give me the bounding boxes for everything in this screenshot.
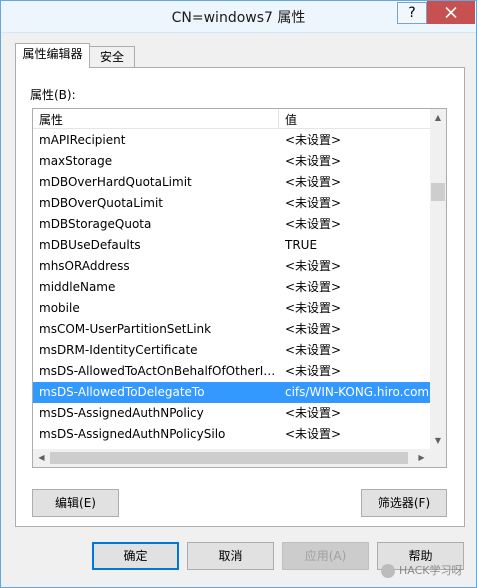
attribute-name: msDS-AssignedAuthNPolicySilo (39, 427, 226, 441)
attribute-name: mDBStorageQuota (39, 217, 152, 231)
scroll-down-icon[interactable]: ▼ (430, 432, 446, 449)
apply-button[interactable]: 应用(A) (282, 542, 369, 570)
attribute-name: msDS-AuthenticatedAtDC (39, 445, 279, 446)
attribute-value: <未设置> (285, 259, 342, 273)
attribute-row[interactable]: maxStorage <未设置> (33, 151, 430, 172)
watermark: HACK学习呀 (381, 561, 463, 581)
vertical-scroll-thumb[interactable] (431, 183, 445, 201)
attribute-editor-panel: 属性(B): 属性 值 mAPIRecipient <未设置> maxStorage… (15, 67, 465, 527)
filter-button[interactable]: 筛选器(F) (361, 489, 447, 517)
attribute-name: msCOM-UserPartitionSetLink (39, 322, 212, 336)
attribute-value: <未设置> (285, 406, 342, 420)
attribute-value: <未设置> (285, 322, 342, 336)
cancel-button[interactable]: 取消 (187, 542, 274, 570)
attribute-value: <未设置> (285, 301, 342, 315)
attribute-name: msDS-AllowedToActOnBehalfOfOtherId... (39, 364, 279, 378)
attribute-row[interactable]: msDS-AllowedToDelegateTo cifs/WIN-KONG.hi… (33, 382, 430, 403)
attribute-row[interactable]: msDS-AssignedAuthNPolicySilo <未设置> (33, 424, 430, 445)
edit-button[interactable]: 编辑(E) (32, 489, 119, 517)
close-icon (445, 7, 457, 18)
attribute-row[interactable]: msDS-AssignedAuthNPolicy <未设置> (33, 403, 430, 424)
title-bar[interactable]: CN=windows7 属性 ? (1, 1, 476, 33)
attribute-name: middleName (39, 280, 116, 294)
scroll-right-icon[interactable]: ▶ (413, 449, 430, 467)
horizontal-scrollbar[interactable]: ◀ ▶ (33, 449, 430, 467)
attribute-list[interactable]: 属性 值 mAPIRecipient <未设置> maxStorage <未设置> mD… (32, 108, 447, 468)
horizontal-scroll-thumb[interactable] (50, 452, 408, 464)
attribute-name: mDBOverHardQuotaLimit (39, 175, 192, 189)
attribute-value: <未设置> (285, 445, 430, 446)
attribute-name: mDBUseDefaults (39, 238, 141, 252)
attribute-value: <未设置> (285, 217, 342, 231)
attribute-value: TRUE (285, 238, 318, 252)
close-button[interactable] (427, 1, 475, 24)
attribute-name: msDRM-IdentityCertificate (39, 343, 198, 357)
attribute-row[interactable]: msDS-AuthenticatedAtDC <未设置> (33, 445, 430, 446)
attribute-row[interactable]: mDBStorageQuota <未设置> (33, 214, 430, 235)
attribute-name: mhsORAddress (39, 259, 130, 273)
wechat-icon (381, 564, 395, 578)
ok-button[interactable]: 确定 (92, 542, 179, 570)
tab-security[interactable]: 安全 (89, 46, 135, 68)
attributes-label: 属性(B): (30, 88, 76, 102)
attribute-name: msDS-AssignedAuthNPolicy (39, 406, 204, 420)
attribute-name: mDBOverQuotaLimit (39, 196, 164, 210)
attribute-row[interactable]: mobile <未设置> (33, 298, 430, 319)
attribute-value: <未设置> (285, 154, 342, 168)
attribute-row[interactable]: msDS-AllowedToActOnBehalfOfOtherId... <未设… (33, 361, 430, 382)
attribute-name: maxStorage (39, 154, 113, 168)
attribute-value: <未设置> (285, 280, 342, 294)
attribute-rows: mAPIRecipient <未设置> maxStorage <未设置> mDBOver… (33, 130, 430, 446)
scroll-left-icon[interactable]: ◀ (33, 449, 50, 467)
attribute-value: <未设置> (285, 133, 342, 147)
attribute-name: mAPIRecipient (39, 133, 126, 147)
help-title-button[interactable]: ? (397, 2, 427, 24)
scrollbar-corner (430, 449, 446, 467)
attribute-value: <未设置> (285, 175, 342, 189)
attribute-name: mobile (39, 301, 80, 315)
attribute-value: <未设置> (285, 427, 342, 441)
attribute-value: <未设置> (285, 364, 342, 378)
list-header: 属性 值 (33, 109, 430, 129)
attribute-row[interactable]: msDRM-IdentityCertificate <未设置> (33, 340, 430, 361)
attribute-value: cifs/WIN-KONG.hiro.com (285, 385, 430, 399)
column-divider[interactable] (278, 109, 279, 129)
watermark-text: HACK学习呀 (399, 564, 463, 577)
attribute-name: msDS-AllowedToDelegateTo (39, 385, 205, 399)
attribute-row[interactable]: mAPIRecipient <未设置> (33, 130, 430, 151)
vertical-scrollbar[interactable]: ▲ ▼ (430, 109, 446, 449)
attribute-value: <未设置> (285, 196, 342, 210)
column-header-attribute[interactable]: 属性 (39, 111, 63, 128)
attribute-row[interactable]: middleName <未设置> (33, 277, 430, 298)
attribute-value: <未设置> (285, 343, 342, 357)
scroll-up-icon[interactable]: ▲ (430, 109, 446, 126)
tab-attribute-editor[interactable]: 属性编辑器 (15, 43, 90, 68)
attribute-row[interactable]: msCOM-UserPartitionSetLink <未设置> (33, 319, 430, 340)
attribute-row[interactable]: mhsORAddress <未设置> (33, 256, 430, 277)
attribute-row[interactable]: mDBOverHardQuotaLimit <未设置> (33, 172, 430, 193)
column-header-value[interactable]: 值 (285, 111, 297, 128)
attribute-row[interactable]: mDBUseDefaults TRUE (33, 235, 430, 256)
attribute-row[interactable]: mDBOverQuotaLimit <未设置> (33, 193, 430, 214)
properties-dialog: CN=windows7 属性 ? 属性编辑器 安全 属性(B): 属性 值 mA… (0, 0, 477, 588)
